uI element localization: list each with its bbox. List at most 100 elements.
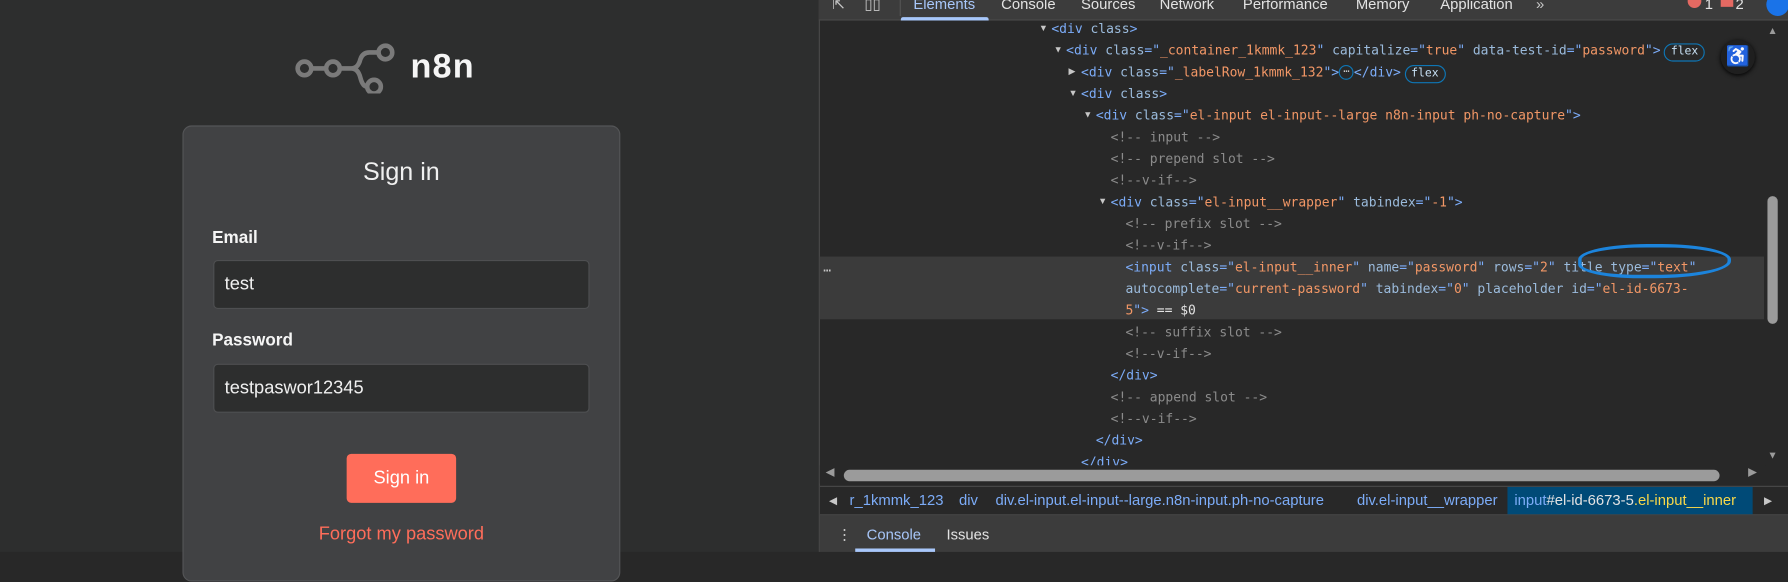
code-token: </div> [1110, 367, 1158, 384]
n8n-logo: n8n [294, 41, 475, 94]
scroll-up-icon[interactable]: ▲ [1767, 25, 1777, 36]
code-token: el-input__wrapper [1204, 193, 1338, 210]
crumb-id: #el-id-6673-5 [1546, 491, 1634, 509]
dom-node-line[interactable]: <!--v-if--> [1111, 170, 1197, 192]
dom-node-line[interactable]: <div class="_labelRow_1kmmk_132">… </div>… [1081, 62, 1446, 84]
code-token: =" [1159, 63, 1175, 80]
code-token: > [1129, 20, 1138, 37]
collapse-triangle-icon[interactable]: ▼ [1098, 196, 1109, 206]
dom-node-line[interactable]: <div class> [1081, 83, 1167, 105]
breadcrumb-item[interactable]: div.el-input.el-input--large.n8n-input.p… [995, 491, 1324, 508]
password-label: Password [212, 330, 293, 351]
dom-node-line[interactable]: <!-- input --> [1111, 127, 1220, 149]
code-token: <div [1051, 20, 1091, 37]
n8n-logo-icon [295, 43, 395, 94]
ellipsis-icon[interactable]: … [1339, 64, 1354, 80]
code-token: =" [1188, 193, 1205, 210]
dom-node-line[interactable]: <!--v-if--> [1125, 235, 1211, 257]
dom-node-line[interactable]: <div class="el-input el-input--large n8n… [1096, 105, 1581, 127]
code-token: <div [1066, 42, 1106, 59]
node-actions-icon[interactable]: … [823, 257, 831, 279]
dom-node-line[interactable]: </div> [1111, 365, 1158, 387]
breadcrumb-item[interactable]: div [959, 491, 978, 508]
code-token: 5 [1125, 302, 1134, 319]
tab-console[interactable]: Console [1001, 0, 1055, 13]
dom-node-line[interactable]: <!--v-if--> [1111, 408, 1197, 430]
dom-node-line[interactable]: <!--v-if--> [1125, 343, 1211, 365]
drawer-active-indicator [855, 548, 936, 552]
code-token: tabindex [1375, 280, 1439, 297]
code-token: <div [1110, 193, 1150, 210]
code-token: _labelRow_1kmmk_132 [1174, 63, 1324, 80]
code-token: <input [1125, 258, 1181, 275]
tab-memory[interactable]: Memory [1356, 0, 1410, 13]
dom-node-line[interactable]: <!-- append slot --> [1111, 387, 1267, 409]
code-token: " [1360, 280, 1376, 297]
accessibility-icon[interactable]: ♿ [1720, 39, 1755, 75]
drawer-tab-console[interactable]: Console [867, 526, 921, 543]
dom-node-line[interactable]: <div class="el-input__wrapper" tabindex=… [1111, 192, 1463, 214]
dom-node-line[interactable]: 5"> == $0 [1125, 300, 1195, 322]
code-token: " [1316, 42, 1333, 59]
code-token: current-password [1234, 280, 1361, 297]
dom-node-line[interactable]: <div class="_container_1kmmk_123" capita… [1066, 40, 1706, 62]
collapse-triangle-icon[interactable]: ▼ [1054, 44, 1065, 54]
signin-button[interactable]: Sign in [346, 453, 457, 503]
error-count[interactable]: 1 [1705, 0, 1713, 13]
breadcrumb-left-icon[interactable]: ◀ [829, 495, 837, 508]
code-token: class [1149, 193, 1189, 210]
issue-count[interactable]: 2 [1736, 0, 1744, 13]
code-token: " [1547, 258, 1564, 275]
scroll-down-icon[interactable]: ▼ [1767, 449, 1777, 460]
drawer-tab-issues[interactable]: Issues [946, 526, 989, 543]
forgot-password-link[interactable]: Forgot my password [182, 525, 620, 546]
dom-node-line[interactable]: autocomplete="current-password" tabindex… [1125, 278, 1688, 300]
vertical-scroll-thumb[interactable] [1767, 196, 1778, 324]
breadcrumb-item[interactable]: r_1kmmk_123 [850, 491, 944, 508]
code-token: <!--v-if--> [1125, 345, 1212, 362]
breadcrumb-item[interactable]: div.el-input__wrapper [1357, 491, 1498, 508]
tab-performance[interactable]: Performance [1243, 0, 1328, 13]
flex-badge[interactable]: flex [1404, 64, 1446, 84]
tab-network[interactable]: Network [1160, 0, 1214, 13]
password-field[interactable]: testpaswor12345 [213, 363, 590, 413]
crumb-tag: input [1514, 491, 1547, 509]
collapse-triangle-icon[interactable]: ▼ [1039, 23, 1050, 33]
collapse-triangle-icon[interactable]: ▼ [1068, 88, 1079, 98]
tab-sources[interactable]: Sources [1081, 0, 1135, 13]
code-token: capitalize [1332, 42, 1411, 59]
breadcrumb-selected[interactable]: input#el-id-6673-5.el-input__inner [1507, 486, 1753, 515]
horizontal-scroll-thumb[interactable] [843, 469, 1720, 482]
code-token: placeholder id [1477, 280, 1587, 297]
drawer-menu-icon[interactable]: ⋮ [837, 526, 852, 544]
email-field[interactable]: test [213, 259, 590, 310]
dom-node-line[interactable]: <!-- prefix slot --> [1125, 213, 1281, 235]
issue-flag-icon[interactable] [1720, 0, 1734, 7]
code-token: autocomplete [1125, 280, 1220, 297]
scroll-right-icon[interactable]: ▶ [1748, 466, 1757, 479]
code-token: "> [1446, 193, 1463, 210]
flex-badge[interactable]: flex [1663, 43, 1706, 62]
dom-node-line[interactable]: <div class> [1051, 18, 1137, 40]
page-title: Sign in [363, 157, 440, 186]
expand-triangle-icon[interactable]: ▶ [1068, 66, 1079, 76]
breadcrumb-right-icon[interactable]: ▶ [1764, 495, 1772, 508]
tabbar-divider [899, 0, 901, 16]
dom-node-line[interactable]: <!-- prepend slot --> [1111, 148, 1275, 170]
code-token: <!-- append slot --> [1110, 388, 1268, 405]
scroll-left-icon[interactable]: ◀ [826, 466, 835, 479]
code-token: =" [1566, 42, 1583, 59]
tab-elements[interactable]: Elements [913, 0, 975, 13]
code-token: _container_1kmmk_123 [1160, 42, 1317, 59]
code-token: "> [1133, 302, 1149, 319]
dom-node-line[interactable]: </div> [1096, 430, 1143, 452]
collapse-triangle-icon[interactable]: ▼ [1083, 109, 1094, 119]
inspect-element-icon[interactable]: ⇱ [832, 0, 844, 14]
more-tabs-button[interactable]: » [1536, 0, 1544, 13]
code-token: =" [1410, 42, 1426, 59]
code-token: "> [1644, 42, 1661, 59]
annotation-circle [1578, 244, 1731, 279]
dom-node-line[interactable]: <!-- suffix slot --> [1125, 322, 1281, 344]
device-toolbar-icon[interactable]: ▯▯ [864, 0, 880, 14]
tab-application[interactable]: Application [1440, 0, 1513, 13]
